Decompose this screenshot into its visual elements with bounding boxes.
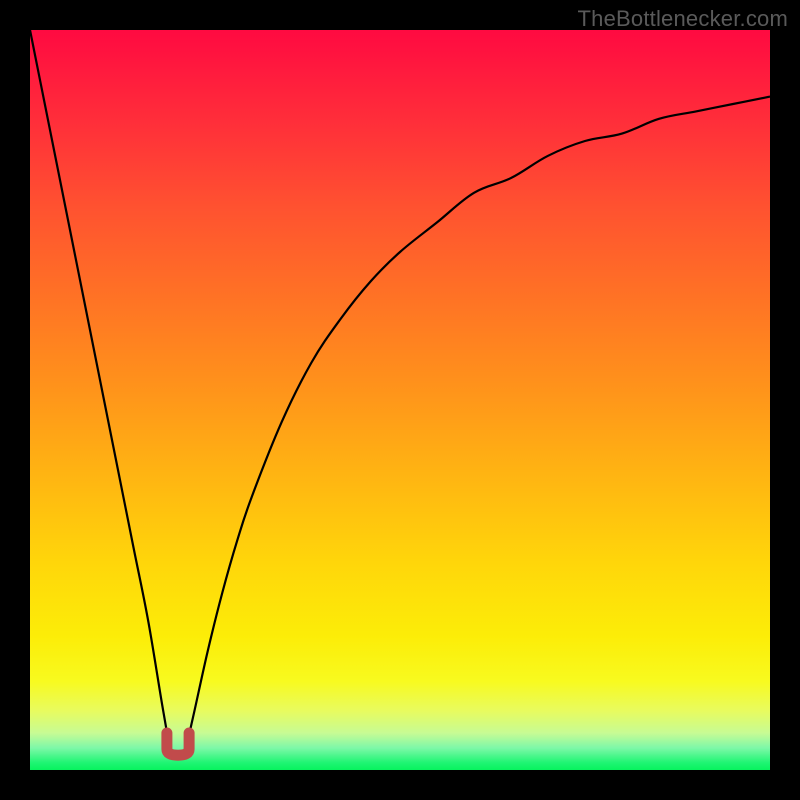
plot-area	[30, 30, 770, 770]
chart-svg	[30, 30, 770, 770]
bottleneck-curve	[30, 30, 770, 755]
watermark-text: TheBottlenecker.com	[578, 6, 788, 32]
valley-marker	[167, 733, 189, 755]
chart-container: TheBottlenecker.com	[0, 0, 800, 800]
